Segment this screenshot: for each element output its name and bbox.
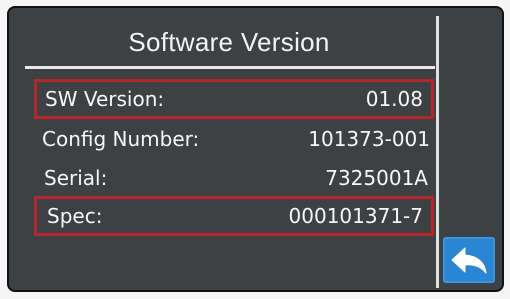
title-divider xyxy=(25,66,435,69)
sidebar-divider xyxy=(436,16,439,288)
serial-row: Serial: 7325001A xyxy=(34,158,434,198)
back-button[interactable] xyxy=(443,237,495,283)
spec-label: Spec: xyxy=(47,204,103,228)
spec-row: Spec: 000101371-7 xyxy=(34,196,434,236)
spec-value: 000101371-7 xyxy=(288,204,423,228)
sw-version-value: 01.08 xyxy=(365,87,423,111)
page-title: Software Version xyxy=(128,26,330,57)
back-arrow-icon xyxy=(451,247,487,274)
display-screen: Software Version SW Version: 01.08 Confi… xyxy=(7,6,504,292)
serial-value: 7325001A xyxy=(325,166,428,190)
device-frame: Software Version SW Version: 01.08 Confi… xyxy=(0,0,510,299)
config-number-label: Config Number: xyxy=(42,127,200,151)
config-number-row: Config Number: 101373-001 xyxy=(34,119,434,159)
serial-label: Serial: xyxy=(44,166,108,190)
sw-version-label: SW Version: xyxy=(45,87,165,111)
sw-version-row: SW Version: 01.08 xyxy=(34,79,434,119)
config-number-value: 101373-001 xyxy=(308,127,430,151)
